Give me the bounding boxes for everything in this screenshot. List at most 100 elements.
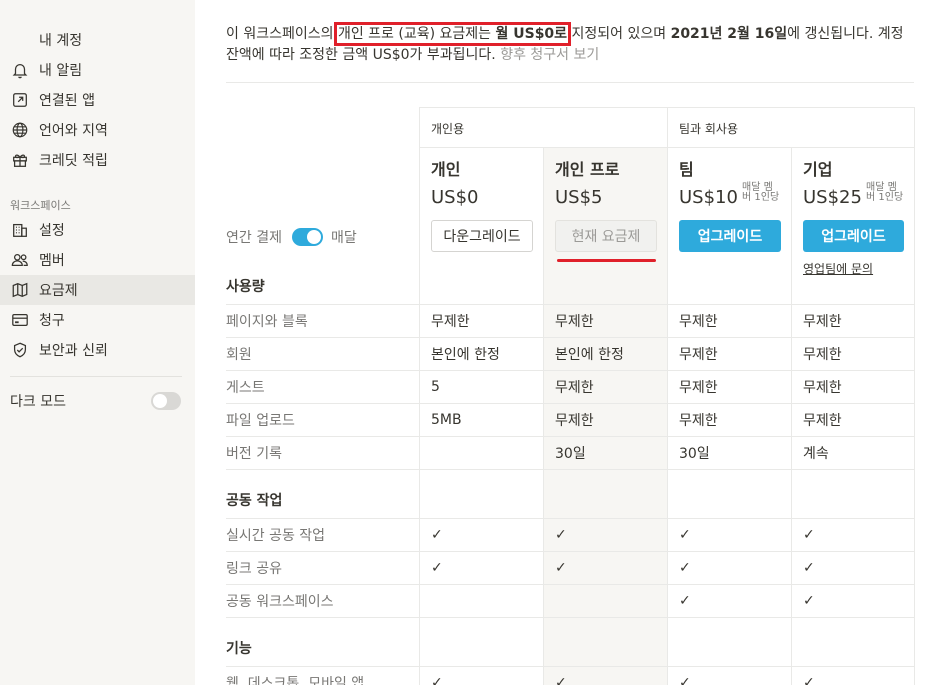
usage-row-label: 버전 기록 bbox=[226, 445, 282, 462]
per-user-note-team: 매달 멤 버 1인당 bbox=[742, 183, 788, 203]
table-cell: 5MB bbox=[431, 411, 462, 428]
check-icon: ✓ bbox=[803, 592, 815, 609]
sidebar-item-label: 연결된 앱 bbox=[39, 93, 95, 109]
map-icon bbox=[10, 280, 30, 300]
plan-price-personal-pro: US$5 bbox=[555, 186, 603, 208]
dark-mode-label: 다크 모드 bbox=[10, 394, 66, 410]
table-border bbox=[791, 147, 792, 685]
table-border bbox=[543, 147, 544, 685]
sidebar-item-notifications[interactable]: 내 알림 bbox=[0, 55, 195, 85]
sidebar-item-label: 내 알림 bbox=[39, 63, 83, 79]
bell-icon bbox=[10, 60, 30, 80]
external-link-icon bbox=[10, 90, 30, 110]
check-icon: ✓ bbox=[679, 526, 691, 543]
shield-check-icon bbox=[10, 340, 30, 360]
sidebar-item-billing[interactable]: 청구 bbox=[0, 305, 195, 335]
globe-icon bbox=[10, 120, 30, 140]
monthly-billing-label: 매달 bbox=[331, 230, 357, 246]
sidebar-item-security[interactable]: 보안과 신뢰 bbox=[0, 335, 195, 365]
section-usage-heading: 사용량 bbox=[226, 279, 265, 295]
table-cell: 무제한 bbox=[555, 379, 594, 396]
billing-period-toggle[interactable] bbox=[292, 228, 323, 246]
table-border bbox=[419, 107, 420, 685]
table-cell: 무제한 bbox=[679, 412, 718, 429]
row-divider bbox=[226, 617, 914, 618]
notice-prefix: 이 워크스페이스의 bbox=[226, 26, 338, 42]
usage-row-label: 회원 bbox=[226, 346, 252, 363]
current-plan-highlight: 개인 프로 (교육) 요금제는 월 US$0로 bbox=[333, 22, 572, 46]
check-icon: ✓ bbox=[679, 592, 691, 609]
check-icon: ✓ bbox=[803, 559, 815, 576]
table-cell: 무제한 bbox=[431, 313, 470, 330]
sidebar-item-label: 보안과 신뢰 bbox=[39, 343, 108, 359]
group-team-heading: 팀과 회사용 bbox=[679, 121, 739, 136]
upcoming-invoice-link[interactable]: 향후 청구서 보기 bbox=[500, 47, 599, 63]
notice-plan-text: 개인 프로 (교육) 요금제는 bbox=[337, 26, 496, 42]
table-border bbox=[914, 107, 915, 685]
annual-billing-label: 연간 결제 bbox=[226, 230, 282, 246]
sidebar-item-connected-apps[interactable]: 연결된 앱 bbox=[0, 85, 195, 115]
sidebar-item-plans[interactable]: 요금제 bbox=[0, 275, 195, 305]
contact-sales-link[interactable]: 영업팀에 문의 bbox=[803, 259, 873, 277]
section-features-heading: 기능 bbox=[226, 641, 252, 657]
per-user-line: 버 1인당 bbox=[866, 192, 904, 203]
usage-row-label: 파일 업로드 bbox=[226, 412, 295, 429]
table-cell: 무제한 bbox=[555, 412, 594, 429]
table-cell: 무제한 bbox=[803, 313, 842, 330]
plan-name-team: 팀 bbox=[679, 160, 694, 179]
plan-price-enterprise: US$25 bbox=[803, 186, 862, 208]
per-user-line: 버 1인당 bbox=[742, 192, 780, 203]
per-user-note-enterprise: 매달 멤 버 1인당 bbox=[866, 183, 912, 203]
check-icon: ✓ bbox=[803, 674, 815, 685]
upgrade-team-button[interactable]: 업그레이드 bbox=[679, 220, 781, 252]
usage-row-label: 페이지와 블록 bbox=[226, 313, 308, 330]
notice-price: 월 US$0로 bbox=[495, 26, 568, 42]
sidebar-item-settings[interactable]: 설정 bbox=[0, 215, 195, 245]
sidebar-item-label: 멤버 bbox=[39, 253, 65, 269]
sidebar-item-label: 언어와 지역 bbox=[39, 123, 108, 139]
sidebar-item-label: 청구 bbox=[39, 313, 65, 329]
upgrade-enterprise-button[interactable]: 업그레이드 bbox=[803, 220, 904, 252]
plan-notice: 이 워크스페이스의 개인 프로 (교육) 요금제는 월 US$0로 지정되어 있… bbox=[226, 22, 916, 66]
plan-price-team: US$10 bbox=[679, 186, 738, 208]
sidebar-item-language-region[interactable]: 언어와 지역 bbox=[0, 115, 195, 145]
table-cell: 본인에 한정 bbox=[555, 346, 624, 363]
account-icon bbox=[10, 30, 30, 50]
table-cell: 무제한 bbox=[803, 379, 842, 396]
check-icon: ✓ bbox=[555, 526, 567, 543]
table-cell: 무제한 bbox=[555, 313, 594, 330]
sidebar-item-members[interactable]: 멤버 bbox=[0, 245, 195, 275]
table-cell: 30일 bbox=[679, 445, 710, 462]
sidebar-item-label: 내 계정 bbox=[39, 33, 83, 49]
sidebar-item-label: 설정 bbox=[39, 223, 65, 239]
check-icon: ✓ bbox=[555, 559, 567, 576]
check-icon: ✓ bbox=[679, 559, 691, 576]
sidebar-item-earn-credit[interactable]: 크레딧 적립 bbox=[0, 145, 195, 175]
table-cell: 무제한 bbox=[803, 412, 842, 429]
plan-name-personal-pro: 개인 프로 bbox=[555, 160, 620, 179]
plan-name-enterprise: 기업 bbox=[803, 160, 833, 179]
current-plan-annotation bbox=[557, 259, 656, 262]
workspace-section-heading: 워크스페이스 bbox=[10, 199, 71, 212]
gift-icon bbox=[10, 150, 30, 170]
section-collab-heading: 공동 작업 bbox=[226, 493, 283, 509]
collab-row-label: 링크 공유 bbox=[226, 560, 282, 577]
feature-row-label: 웹, 데스크톱, 모바일 앱 bbox=[226, 675, 365, 685]
renew-date: 2021년 2월 16일 bbox=[670, 26, 788, 42]
sidebar-item-my-account[interactable]: 내 계정 bbox=[0, 25, 195, 55]
check-icon: ✓ bbox=[431, 526, 443, 543]
sidebar-item-label: 요금제 bbox=[39, 283, 78, 299]
row-divider bbox=[226, 469, 914, 470]
plan-name-personal: 개인 bbox=[431, 160, 461, 179]
table-cell: 5 bbox=[431, 378, 440, 395]
dark-mode-toggle[interactable] bbox=[151, 392, 181, 410]
downgrade-button[interactable]: 다운그레이드 bbox=[431, 220, 533, 252]
table-cell: 무제한 bbox=[679, 379, 718, 396]
group-personal-heading: 개인용 bbox=[431, 121, 465, 136]
building-icon bbox=[10, 220, 30, 240]
check-icon: ✓ bbox=[679, 674, 691, 685]
people-icon bbox=[10, 250, 30, 270]
check-icon: ✓ bbox=[431, 674, 443, 685]
collab-row-label: 실시간 공동 작업 bbox=[226, 527, 326, 544]
check-icon: ✓ bbox=[803, 526, 815, 543]
